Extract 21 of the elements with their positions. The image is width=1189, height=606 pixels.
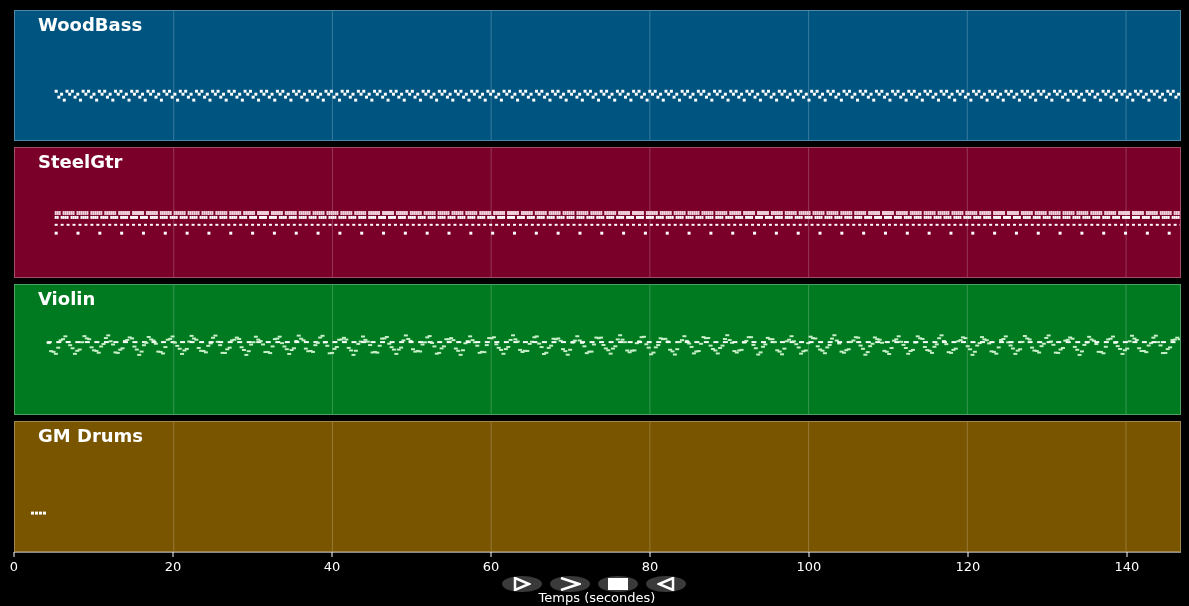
axis-tick-label: 100	[796, 559, 822, 574]
axis-tick-label: 40	[323, 559, 341, 574]
forward-button[interactable]	[550, 576, 590, 592]
track-name: GM Drums	[38, 425, 144, 446]
axis-tick-label: 20	[164, 559, 182, 574]
play-reverse-icon	[657, 577, 675, 591]
track-name: SteelGtr	[38, 151, 123, 172]
play-icon	[513, 577, 531, 591]
stop-button[interactable]	[598, 576, 638, 592]
back-button[interactable]	[646, 576, 686, 592]
track-name: Violin	[38, 288, 96, 309]
play-button[interactable]	[502, 576, 542, 592]
axis-tick-label: 140	[1114, 559, 1140, 574]
axis-tick-label: 120	[955, 559, 981, 574]
axis-title: Temps (secondes)	[538, 590, 656, 605]
axis-tick-label: 60	[482, 559, 500, 574]
chevron-right-icon	[559, 577, 581, 591]
stop-icon	[608, 578, 628, 590]
axis-tick-label: 80	[641, 559, 659, 574]
axis-tick-label: 0	[9, 559, 19, 574]
track-name: WoodBass	[38, 14, 143, 35]
